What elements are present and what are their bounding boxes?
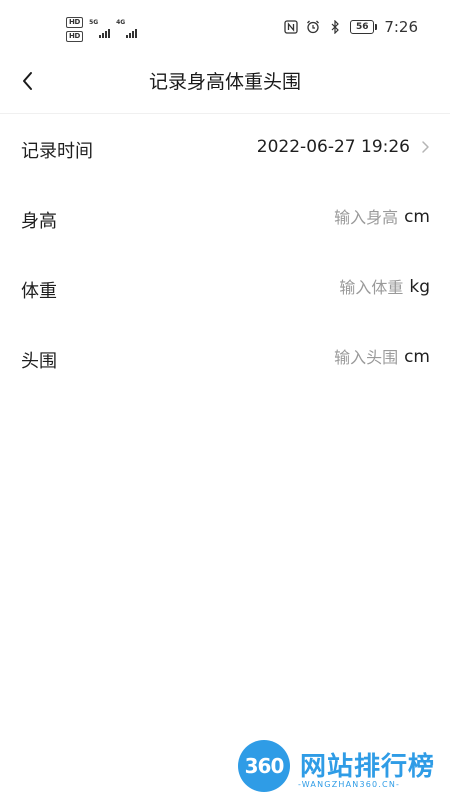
hd-badges: HD HD xyxy=(66,16,84,42)
record-time-label: 记录时间 xyxy=(21,141,93,162)
status-time: 7:26 xyxy=(384,18,418,36)
head-circumference-unit: cm xyxy=(404,347,430,367)
height-row: 身高 cm xyxy=(0,195,450,245)
signal-group-1: 5G xyxy=(89,18,111,38)
chevron-right-icon xyxy=(422,141,429,153)
watermark-badge: 360 xyxy=(238,740,290,792)
height-label: 身高 xyxy=(21,211,57,232)
record-time-value-group[interactable]: 2022-06-27 19:26 xyxy=(257,137,430,157)
height-unit: cm xyxy=(404,207,430,227)
header: 记录身高体重头围 xyxy=(0,56,450,108)
weight-row: 体重 kg xyxy=(0,265,450,315)
status-bar-right: 56 7:26 xyxy=(284,18,418,36)
height-input[interactable] xyxy=(288,207,399,227)
record-time-value[interactable]: 2022-06-27 19:26 xyxy=(257,137,410,157)
bluetooth-icon xyxy=(331,20,340,34)
record-time-row[interactable]: 记录时间 2022-06-27 19:26 xyxy=(0,125,450,175)
network-type-1: 5G xyxy=(89,18,99,26)
weight-input[interactable] xyxy=(293,277,404,297)
weight-input-group: kg xyxy=(293,277,430,297)
head-circumference-label: 头围 xyxy=(21,351,57,372)
hd-badge-1: HD xyxy=(66,16,84,28)
weight-label: 体重 xyxy=(21,281,57,302)
nfc-icon xyxy=(284,20,298,34)
battery-icon: 56 xyxy=(350,20,378,34)
head-circumference-input-group: cm xyxy=(288,347,430,367)
watermark-name: 网站排行榜 xyxy=(300,752,436,782)
weight-unit: kg xyxy=(409,277,430,297)
signal-bars-icon xyxy=(99,28,111,38)
watermark-logo: 360 网站排行榜 -WANGZHAN360.CN- xyxy=(238,740,450,800)
status-bar-left: HD HD 5G 4G xyxy=(66,14,138,44)
network-type-2: 4G xyxy=(116,18,126,26)
height-input-group: cm xyxy=(288,207,430,227)
signal-group-2: 4G xyxy=(116,18,138,38)
page-title: 记录身高体重头围 xyxy=(148,71,301,93)
header-divider xyxy=(0,113,450,114)
watermark-domain: -WANGZHAN360.CN- xyxy=(298,780,401,789)
head-circumference-input[interactable] xyxy=(288,347,399,367)
hd-badge-2: HD xyxy=(66,30,84,42)
signal-bars-icon xyxy=(126,28,138,38)
status-bar: HD HD 5G 4G 56 7:26 xyxy=(0,0,450,56)
alarm-icon xyxy=(307,20,320,34)
head-circumference-row: 头围 cm xyxy=(0,335,450,385)
